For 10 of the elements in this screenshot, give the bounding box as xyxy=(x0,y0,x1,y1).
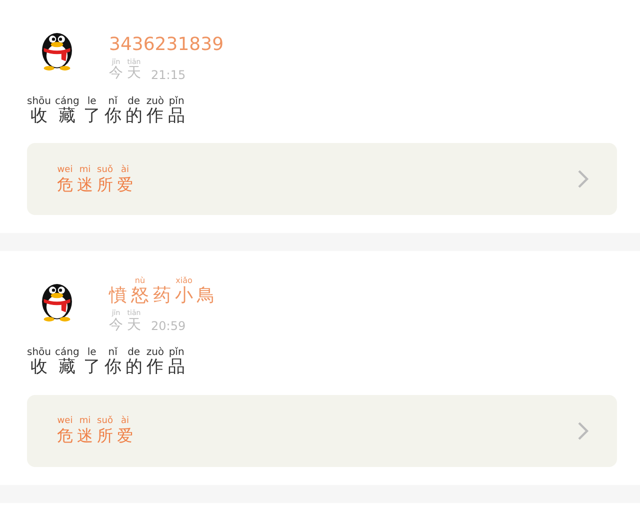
work-link[interactable]: wei 危 mi 迷 suǒ 所 ài 爱 xyxy=(27,143,617,216)
activity-text: shōu 收 cáng 藏 le 了 nǐ 你 de 的 zuò 作 pǐn 品 xyxy=(27,347,186,377)
activity-text: shōu 收 cáng 藏 le 了 nǐ 你 de 的 zuò 作 pǐn 品 xyxy=(27,96,186,126)
work-link[interactable]: wei 危 mi 迷 suǒ 所 ài 爱 xyxy=(27,394,617,467)
post-time: 21:15 xyxy=(151,68,186,82)
username[interactable]: 3436231839 xyxy=(109,26,228,55)
chevron-right-icon xyxy=(577,169,589,190)
post-time: 20:59 xyxy=(151,319,186,334)
chevron-right-icon xyxy=(577,420,589,441)
username[interactable]: 憤 nù 怒 药 xiǎo 小 鳥 xyxy=(109,277,219,306)
